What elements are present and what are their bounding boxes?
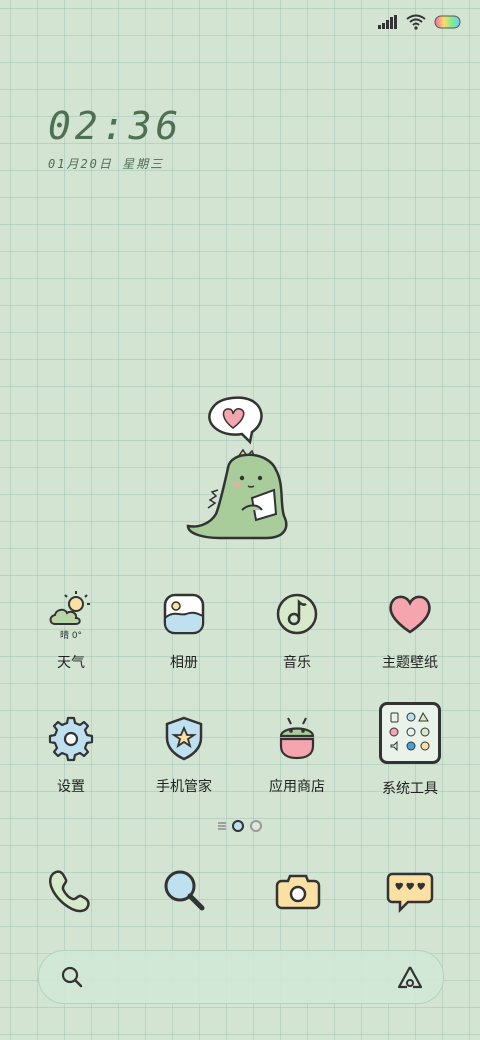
app-store[interactable]: 应用商店: [242, 710, 352, 796]
clock-date: 01月20日 星期三: [48, 157, 165, 171]
app-label: 设置: [57, 779, 85, 795]
app-label: 音乐: [283, 655, 311, 671]
app-label: 应用商店: [269, 779, 325, 795]
dinosaur: [186, 448, 288, 540]
weather-icon: 晴 0°: [49, 591, 90, 641]
page-dot: [250, 820, 262, 832]
app-label: 手机管家: [156, 779, 212, 795]
app-label: 天气: [57, 655, 85, 671]
app-themes[interactable]: 主题壁纸: [355, 586, 465, 672]
shield-star-icon: [165, 716, 203, 761]
clock-time[interactable]: 02:36: [48, 104, 182, 148]
dinosaur-sticker: [186, 396, 288, 540]
gear-icon: [48, 716, 94, 762]
tools-folder-icon: [379, 702, 441, 764]
svg-text:晴 0°: 晴 0°: [60, 629, 82, 641]
wifi-icon: [406, 14, 426, 30]
gallery-icon: [163, 593, 205, 635]
search-bar[interactable]: [38, 950, 444, 1004]
app-settings[interactable]: 设置: [16, 710, 126, 796]
speech-bubble-heart: [208, 396, 263, 445]
browser-search-icon[interactable]: [156, 862, 212, 918]
heart-icon: [389, 595, 431, 634]
app-gallery[interactable]: 相册: [129, 586, 239, 672]
camera-icon[interactable]: [270, 862, 326, 918]
battery-icon: [434, 15, 461, 29]
signal-icon: [378, 15, 397, 29]
page-dot-active: [232, 820, 244, 832]
folder-mini-icons: [389, 711, 430, 752]
app-folder-tools[interactable]: 系统工具: [355, 702, 465, 798]
music-icon: [276, 593, 318, 635]
app-label: 相册: [170, 655, 198, 671]
status-bar: [378, 10, 462, 34]
list-icon: [218, 822, 226, 830]
app-label: 系统工具: [382, 781, 438, 797]
app-weather[interactable]: 晴 0° 天气: [16, 586, 126, 672]
app-phone-manager[interactable]: 手机管家: [129, 710, 239, 796]
app-music[interactable]: 音乐: [242, 586, 352, 672]
android-store-icon: [279, 717, 315, 760]
message-icon[interactable]: [382, 862, 438, 918]
app-label: 主题壁纸: [382, 655, 438, 671]
phone-icon[interactable]: [42, 862, 98, 918]
page-indicator[interactable]: [218, 820, 262, 832]
assistant-icon[interactable]: [397, 965, 423, 989]
search-icon[interactable]: [61, 966, 83, 988]
